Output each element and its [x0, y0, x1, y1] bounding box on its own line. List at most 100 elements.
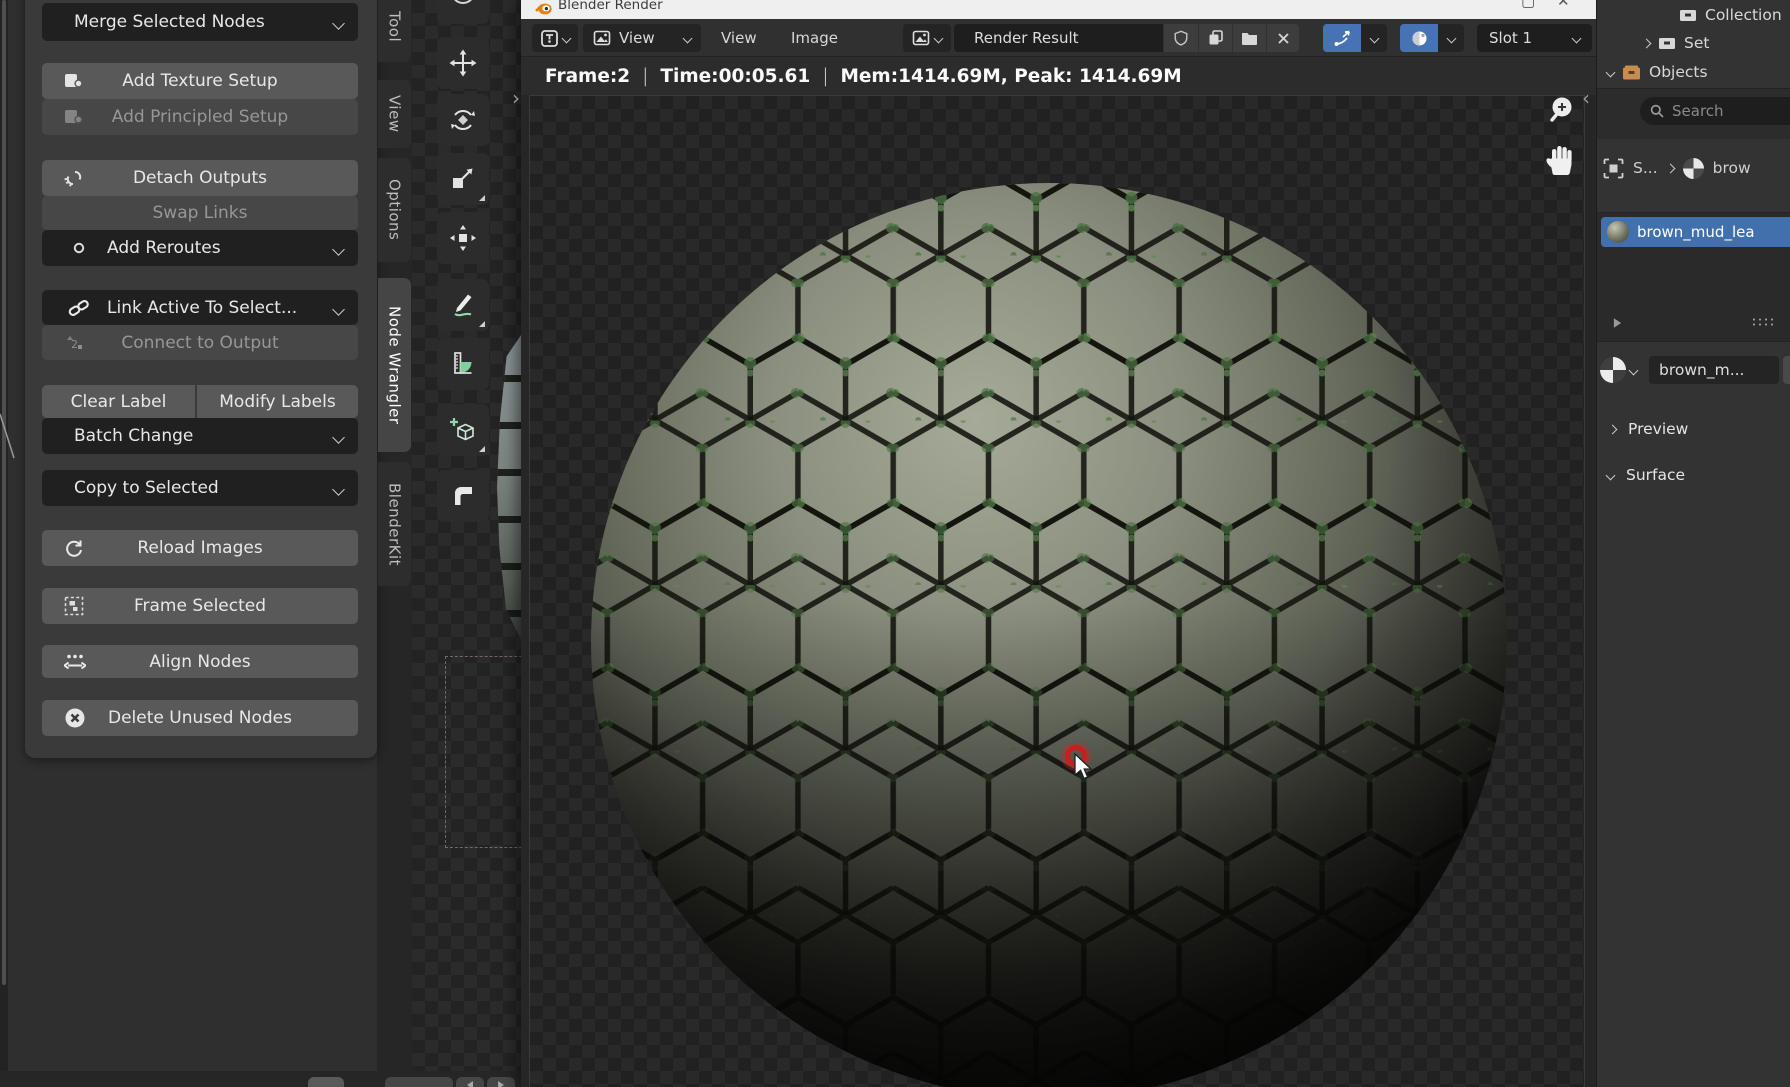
outliner-row-collection[interactable]: Collection — [1679, 2, 1782, 28]
delete-unused-nodes-button[interactable]: Delete Unused Nodes — [42, 700, 358, 736]
section-surface[interactable]: Surface — [1607, 462, 1685, 488]
tool-variant-badge — [479, 446, 485, 452]
tweak-tool-button[interactable] — [437, 0, 489, 24]
section-preview[interactable]: Preview — [1609, 416, 1688, 442]
detach-outputs-button[interactable]: Detach Outputs — [42, 160, 358, 196]
menu-image-label: Image — [791, 29, 838, 47]
fake-user-shield-button[interactable] — [1164, 24, 1198, 52]
align-nodes-button[interactable]: Align Nodes — [42, 645, 358, 678]
corner-tool-button[interactable] — [437, 470, 489, 522]
expand-left-region-arrow[interactable]: › — [512, 88, 520, 108]
timeline-bar — [0, 1072, 521, 1087]
scene-frame-icon[interactable] — [1603, 158, 1624, 179]
chevron-down-icon — [1446, 33, 1456, 43]
chevron-right-icon — [1665, 163, 1675, 173]
add-texture-setup-button[interactable]: Add Texture Setup — [42, 63, 358, 99]
render-window-title: Blender Render — [558, 0, 663, 13]
corner-tool-icon — [449, 482, 477, 510]
close-icon[interactable]: ✕ — [1557, 0, 1570, 10]
material-name-field[interactable]: brown_m... — [1649, 356, 1779, 384]
close-x-icon — [1277, 32, 1290, 45]
clear-label-button[interactable]: Clear Label — [42, 385, 195, 418]
timeline-button[interactable] — [385, 1077, 453, 1087]
modify-labels-button[interactable]: Modify Labels — [197, 385, 358, 418]
move-tool-button[interactable] — [437, 37, 489, 89]
rotate-tool-button[interactable] — [437, 94, 489, 146]
menu-image[interactable]: Image — [791, 24, 838, 52]
prev-frame-button[interactable] — [456, 1077, 484, 1087]
refresh-icon — [64, 538, 84, 558]
tab-blenderkit[interactable]: BlenderKit — [378, 462, 411, 586]
frame-selected-button[interactable]: Frame Selected — [42, 588, 358, 624]
image-datablock-dropdown[interactable] — [903, 24, 951, 52]
outliner-row-set[interactable]: Set — [1643, 30, 1709, 56]
material-slot-name: brown_mud_lea — [1637, 223, 1755, 241]
swap-links-button[interactable]: Swap Links — [42, 196, 358, 230]
breadcrumb-scene-label[interactable]: S... — [1633, 159, 1658, 177]
editor-mode-dropdown[interactable]: View — [583, 24, 701, 52]
merge-selected-nodes-button[interactable]: Merge Selected Nodes — [42, 3, 358, 41]
image-name-field[interactable]: Render Result — [954, 24, 1163, 52]
chevron-down-icon — [332, 17, 345, 30]
breadcrumb-material-label[interactable]: brow — [1713, 159, 1751, 177]
pan-hand-icon — [1545, 142, 1577, 176]
timeline-button[interactable] — [308, 1077, 344, 1087]
display-channels-button[interactable] — [1400, 24, 1438, 52]
reload-images-button[interactable]: Reload Images — [42, 530, 358, 566]
link-active-label: Link Active To Select... — [107, 298, 297, 318]
editor-type-dropdown[interactable] — [532, 24, 578, 52]
transform-tool-button[interactable] — [437, 212, 489, 264]
display-channels-dropdown[interactable] — [1438, 24, 1464, 52]
swap-links-label: Swap Links — [153, 203, 248, 223]
maximize-icon[interactable]: ▢ — [1521, 0, 1535, 10]
material-slot-selected[interactable]: brown_mud_lea — [1601, 217, 1790, 247]
material-slot-list[interactable]: brown_mud_lea — [1597, 212, 1790, 342]
expand-right-region-arrow[interactable]: ‹ — [1582, 88, 1590, 108]
link-active-to-selected-button[interactable]: Link Active To Select... — [42, 290, 358, 325]
duplicate-button[interactable] — [1199, 24, 1232, 52]
scale-tool-button[interactable] — [437, 153, 489, 205]
texture-node-icon — [64, 108, 83, 126]
menu-view[interactable]: View — [721, 24, 757, 52]
add-principled-setup-button[interactable]: Add Principled Setup — [42, 99, 358, 135]
batch-change-button[interactable]: Batch Change — [42, 418, 358, 454]
add-reroutes-button[interactable]: Add Reroutes — [42, 230, 358, 266]
vertical-scrollbar[interactable] — [2, 0, 6, 985]
material-checker-sphere-icon[interactable] — [1600, 357, 1626, 383]
slot-dropdown[interactable]: Slot 1 — [1477, 24, 1592, 52]
render-result-canvas[interactable] — [529, 95, 1585, 1087]
node-wrangler-panel: Merge Selected Nodes Add Texture Setup A… — [25, 0, 377, 758]
render-window-titlebar[interactable]: Blender Render ▢ ✕ — [521, 0, 1596, 19]
next-frame-button[interactable] — [487, 1077, 515, 1087]
pan-view-button[interactable] — [1543, 140, 1579, 178]
unlink-image-button[interactable] — [1267, 24, 1299, 52]
add-cube-tool-button[interactable] — [437, 404, 489, 456]
search-input[interactable] — [1670, 101, 1774, 121]
connect-to-output-button[interactable]: 2 Connect to Output — [42, 325, 358, 360]
material-preview-thumbnail — [1607, 221, 1629, 243]
stats-frame: Frame:2 — [545, 66, 630, 87]
tab-view[interactable]: View — [378, 80, 411, 148]
gizmo-toggle-button[interactable] — [1323, 24, 1361, 52]
blender-logo-icon — [535, 1, 552, 16]
menu-view-label: View — [721, 29, 757, 47]
copy-to-selected-button[interactable]: Copy to Selected — [42, 470, 358, 506]
annotate-tool-button[interactable] — [437, 279, 489, 331]
list-resize-grip-icon[interactable] — [1751, 317, 1775, 327]
tab-options[interactable]: Options — [378, 158, 411, 262]
collection-label: Collection — [1705, 6, 1782, 24]
tab-tool[interactable]: Tool — [378, 0, 411, 62]
open-image-button[interactable] — [1233, 24, 1266, 52]
fake-user-shield-stub[interactable] — [1783, 356, 1790, 384]
set-label: Set — [1684, 34, 1709, 52]
measure-tool-button[interactable] — [437, 338, 489, 390]
delete-unused-nodes-label: Delete Unused Nodes — [108, 708, 292, 728]
outliner-search[interactable] — [1640, 97, 1790, 125]
tab-node-wrangler[interactable]: Node Wrangler — [378, 278, 411, 452]
gizmo-dropdown[interactable] — [1361, 24, 1387, 52]
node-link-wire — [0, 410, 16, 462]
tab-options-label: Options — [386, 179, 404, 240]
outliner-row-objects[interactable]: Objects — [1607, 58, 1708, 86]
zoom-in-button[interactable] — [1547, 95, 1579, 126]
list-expand-arrow[interactable] — [1613, 317, 1622, 329]
